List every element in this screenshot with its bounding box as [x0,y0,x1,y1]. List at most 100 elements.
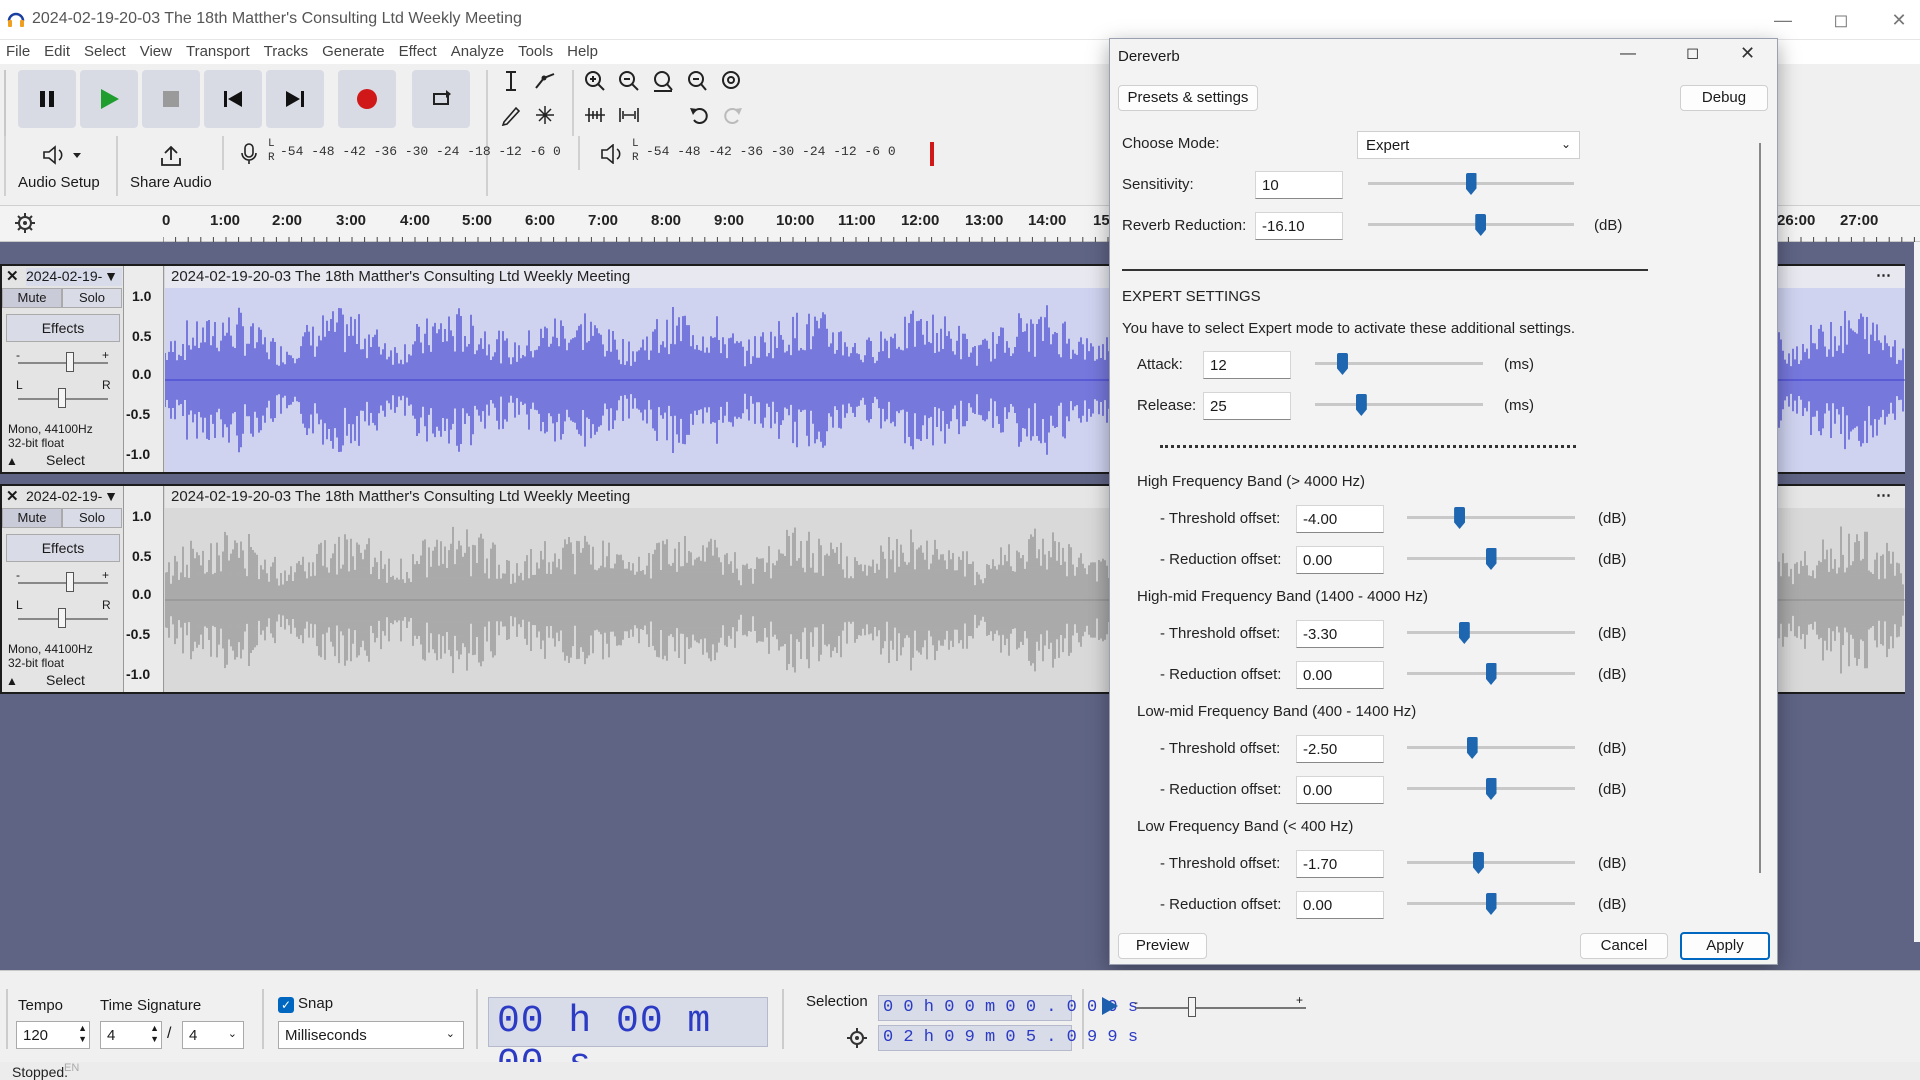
solo-button[interactable]: Solo [62,508,122,528]
envelope-tool[interactable] [530,66,560,96]
sensitivity-slider[interactable] [1368,173,1574,195]
dialog-close-icon[interactable]: ✕ [1740,43,1755,64]
ts-numerator-field[interactable]: 4 ▲ ▼ [100,1021,162,1049]
threshold-offset-slider[interactable] [1407,737,1575,759]
play-at-speed-icon[interactable] [1098,995,1122,1017]
threshold-offset-slider[interactable] [1407,507,1575,529]
vertical-scrollbar[interactable] [1914,242,1920,942]
select-track-button[interactable]: Select [46,672,85,688]
share-audio-button[interactable]: Share Audio [124,142,220,196]
menu-help[interactable]: Help [561,40,606,64]
mute-button[interactable]: Mute [2,288,62,308]
release-slider[interactable] [1315,394,1483,416]
reduction-offset-field[interactable]: 0.00 [1296,546,1384,574]
attack-slider-thumb[interactable] [1336,353,1348,375]
track-name-menu[interactable]: 2024-02-19- ▼ [26,268,122,286]
zoom-out-button[interactable] [614,66,644,96]
debug-button[interactable]: Debug [1680,85,1768,111]
reduction-offset-slider-thumb[interactable] [1485,548,1497,570]
sensitivity-field[interactable]: 10 [1255,171,1343,199]
gain-slider-thumb[interactable] [66,352,74,372]
audio-setup-button[interactable]: Audio Setup [12,142,112,196]
menu-effect[interactable]: Effect [393,40,445,64]
reduction-offset-slider[interactable] [1407,778,1575,800]
fit-project-button[interactable] [682,66,712,96]
gain-slider[interactable] [18,582,108,584]
menu-select[interactable]: Select [78,40,134,64]
draw-tool[interactable] [496,100,526,130]
snap-unit-select[interactable]: Milliseconds ⌄ [278,1021,464,1049]
reduction-offset-slider-thumb[interactable] [1485,663,1497,685]
solo-button[interactable]: Solo [62,288,122,308]
gain-slider-thumb[interactable] [66,572,74,592]
threshold-offset-field[interactable]: -2.50 [1296,735,1384,763]
presets-settings-button[interactable]: Presets & settings [1118,85,1258,111]
threshold-offset-field[interactable]: -4.00 [1296,505,1384,533]
menu-tracks[interactable]: Tracks [258,40,316,64]
attack-field[interactable]: 12 [1203,351,1291,379]
mute-button[interactable]: Mute [2,508,62,528]
playback-speed-slider[interactable] [1136,1007,1306,1009]
threshold-offset-field[interactable]: -1.70 [1296,850,1384,878]
playback-speed-thumb[interactable] [1188,997,1196,1017]
skip-to-end-button[interactable] [266,70,324,128]
menu-view[interactable]: View [134,40,180,64]
minimize-icon[interactable]: — [1754,0,1812,40]
sensitivity-slider-thumb[interactable] [1465,173,1477,195]
zoom-toggle-button[interactable] [716,66,746,96]
selection-tool[interactable] [496,66,526,96]
threshold-offset-slider-thumb[interactable] [1454,507,1466,529]
reduction-offset-slider[interactable] [1407,663,1575,685]
track-name-menu[interactable]: 2024-02-19- ▼ [26,488,122,506]
zoom-in-button[interactable] [580,66,610,96]
dialog-scrollbar[interactable] [1759,143,1761,873]
effects-button[interactable]: Effects [6,534,120,562]
reduction-offset-slider[interactable] [1407,548,1575,570]
menu-tools[interactable]: Tools [512,40,561,64]
record-meter[interactable]: -54 -48 -42 -36 -30 -24 -18 -12 -6 0 [278,136,572,170]
stop-button[interactable] [142,70,200,128]
threshold-offset-slider[interactable] [1407,852,1575,874]
track-close-icon[interactable]: ✕ [6,267,19,285]
gain-slider[interactable] [18,362,108,364]
reduction-offset-slider[interactable] [1407,893,1575,915]
reverb-reduction-field[interactable]: -16.10 [1255,212,1343,240]
timeline-settings-gear-icon[interactable] [14,212,36,234]
dialog-minimize-icon[interactable]: — [1620,45,1636,63]
threshold-offset-slider-thumb[interactable] [1472,852,1484,874]
tempo-spinner-icon[interactable]: ▲ ▼ [78,1023,87,1045]
collapse-track-icon[interactable]: ▲ [6,674,18,688]
mode-select[interactable]: Expert ⌄ [1357,131,1580,159]
reduction-offset-slider-thumb[interactable] [1485,893,1497,915]
play-button[interactable] [80,70,138,128]
threshold-offset-slider-thumb[interactable] [1458,622,1470,644]
release-field[interactable]: 25 [1203,392,1291,420]
cancel-button[interactable]: Cancel [1580,933,1668,959]
ts-spinner-icon[interactable]: ▲ ▼ [150,1023,159,1045]
threshold-offset-field[interactable]: -3.30 [1296,620,1384,648]
menu-generate[interactable]: Generate [316,40,393,64]
release-slider-thumb[interactable] [1355,394,1367,416]
menu-transport[interactable]: Transport [180,40,258,64]
pan-slider-thumb[interactable] [58,388,66,408]
multi-tool[interactable] [530,100,560,130]
tempo-field[interactable]: 120 ▲ ▼ [16,1021,90,1049]
dialog-title-bar[interactable]: Dereverb — ◻ ✕ [1110,39,1777,75]
preview-button[interactable]: Preview [1118,933,1207,959]
reverb-reduction-slider-thumb[interactable] [1475,214,1487,236]
skip-to-start-button[interactable] [204,70,262,128]
menu-edit[interactable]: Edit [38,40,78,64]
maximize-icon[interactable]: ◻ [1812,0,1870,40]
ts-denominator-select[interactable]: 4 ⌄ [182,1021,244,1049]
menu-analyze[interactable]: Analyze [445,40,512,64]
undo-button[interactable] [684,100,714,130]
loop-button[interactable] [412,70,470,128]
selection-settings-gear-icon[interactable] [846,1027,868,1049]
record-button[interactable] [338,70,396,128]
pause-button[interactable] [18,70,76,128]
selection-start-field[interactable]: 0 0 h 0 0 m 0 0 . 0 0 0 s [878,995,1138,1021]
reduction-offset-field[interactable]: 0.00 [1296,891,1384,919]
reduction-offset-field[interactable]: 0.00 [1296,776,1384,804]
fit-selection-button[interactable] [648,66,678,96]
reverb-reduction-slider[interactable] [1368,214,1574,236]
